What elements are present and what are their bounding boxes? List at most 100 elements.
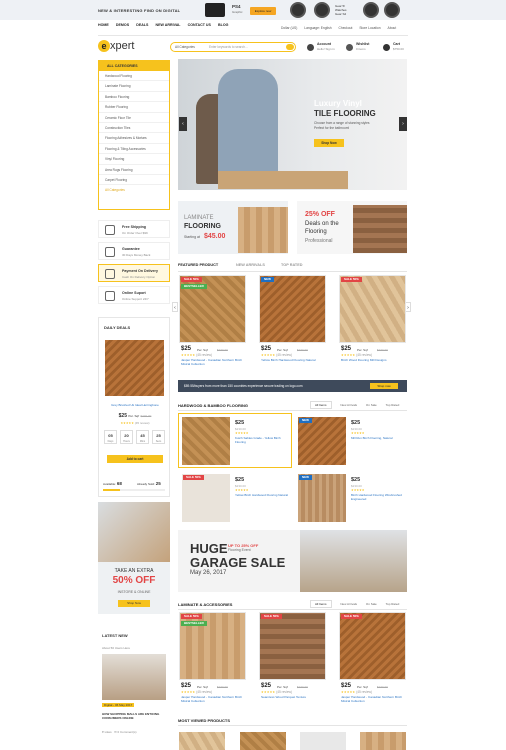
product-image[interactable] [182, 474, 230, 522]
currency-select[interactable]: Dollar (US) [281, 26, 297, 30]
tab-on-sale[interactable]: On Sale [366, 602, 377, 606]
product-name[interactable]: Yellow Birch Hardwood Flooring Natural [235, 493, 289, 497]
product-image[interactable] [339, 612, 406, 680]
rating-stars: ★★★★★ (45 review) [181, 690, 212, 694]
product-image[interactable] [360, 732, 406, 750]
flooring-deal-banner[interactable]: 25% OFF Deals on the Flooring Profession… [297, 201, 407, 254]
product-name[interactable]: Seamless Wood Parquet Texture [261, 695, 325, 699]
new-badge: NEW [261, 277, 274, 282]
garage-sale-banner[interactable]: HUGE UP TO 25% OFF Flooring Event GARAGE… [178, 530, 407, 592]
latest-news-image[interactable] [102, 654, 166, 700]
user-icon[interactable] [307, 44, 314, 51]
cart-icon[interactable] [383, 44, 390, 51]
product-name[interactable]: Yellow Birch Hardwood Flooring Natural [261, 358, 325, 362]
ps4-product-image [205, 3, 225, 17]
nav-contact[interactable]: CONTACT US [188, 23, 211, 27]
category-item[interactable]: Rubber Flooring [99, 102, 169, 113]
product-old-price: $230.00 [297, 685, 308, 689]
product-card[interactable]: $25 $230.00 ★★★★★ Kutch Sables Grade - Y… [178, 413, 292, 468]
cart-link[interactable]: Cart $750.00 [393, 42, 404, 52]
tab-on-sale[interactable]: On Sale [366, 403, 377, 407]
hero-subtitle: Choose from a range of stunning styles [314, 121, 370, 125]
category-item[interactable]: Ceramic Floor Tile [99, 113, 169, 123]
explore-now-button[interactable]: Explore now [250, 7, 276, 15]
product-card[interactable]: NEW $25 $230.00 ★★★★★ Birch Hardwood Flo… [294, 470, 408, 525]
promo-strip-button[interactable]: Shop now [370, 383, 398, 389]
product-image[interactable] [339, 275, 406, 343]
side-promo-banner[interactable]: TAKE AN EXTRA 50% OFF INSTORE & ONLINE S… [98, 502, 170, 614]
product-image[interactable] [300, 732, 346, 750]
tab-top-rated[interactable]: Top Rated [386, 602, 400, 606]
hero-shop-now-button[interactable]: Shop Now [314, 139, 344, 147]
product-name[interactable]: Mill Run Birch Flooring, Natural [351, 436, 405, 440]
store-location-link[interactable]: Store Location [359, 26, 380, 30]
countdown-mins: 45 Mins [136, 430, 149, 444]
all-categories-header[interactable]: ALL CATEGORIES [99, 61, 169, 71]
nav-new-arrival[interactable]: NEW ARRIVAL [156, 23, 181, 27]
product-card[interactable]: SALE 50% $25 $230.00 ★★★★★ Yellow Birch … [178, 470, 292, 525]
tab-top-rated[interactable]: Top Rated [386, 403, 400, 407]
product-name[interactable]: Birch Hardwood Flooring Wirebrushed Engi… [351, 493, 405, 501]
product-name[interactable]: Jasper Hardwood - Canadian Northern Birc… [341, 695, 405, 703]
product-name[interactable]: Jasper Hardwood - Canadian Northern Birc… [181, 358, 245, 366]
hero-prev-arrow[interactable]: ‹ [179, 117, 187, 131]
laminate-banner[interactable]: LAMINATE FLOORING Starting at $45.00 [178, 201, 288, 254]
wishlist-link[interactable]: Wishlist 0 items [356, 42, 369, 52]
product-name[interactable]: Jasper Hardwood - Canadian Northern Birc… [181, 695, 245, 703]
product-image[interactable] [182, 417, 230, 465]
product-card[interactable]: NEW $25 $230.00 ★★★★★ Mill Run Birch Flo… [294, 413, 408, 468]
product-image[interactable] [298, 474, 346, 522]
nav-deals[interactable]: DEALS [136, 23, 148, 27]
category-item[interactable]: Area Rugs Flooring [99, 165, 169, 175]
account-link[interactable]: Account Hello! Sign in [317, 42, 335, 52]
product-name[interactable]: Birch Wood Flooring Mill Designs [341, 358, 405, 362]
hero-slider[interactable]: Luxury Vinyl TILE FLOORING Choose from a… [178, 59, 407, 190]
heart-icon[interactable] [346, 44, 353, 51]
checkout-link[interactable]: Checkout [338, 26, 352, 30]
search-button[interactable] [286, 44, 294, 50]
nav-home[interactable]: HOME [98, 23, 109, 27]
search-category-select[interactable]: All Categories [175, 45, 195, 49]
tab-all-items[interactable]: All Items [310, 401, 332, 409]
deal-product-image[interactable] [105, 340, 164, 396]
category-item[interactable]: Vinyl Flooring [99, 154, 169, 165]
category-item[interactable]: Carpet Flooring [99, 175, 169, 186]
about-link[interactable]: About [388, 26, 397, 30]
top-promo-bar: NEW & INTERESTING FIND ON DIGITAL PS4 Gr… [0, 0, 506, 20]
garage-huge: HUGE [190, 541, 228, 556]
featured-prev-arrow[interactable]: ‹ [172, 302, 178, 312]
tab-top-rated[interactable]: TOP RATED [281, 263, 303, 267]
language-select[interactable]: Language: English [304, 26, 331, 30]
tab-new-arrivals[interactable]: NEW ARRIVALS [236, 263, 265, 267]
rating-stars: ★★★★★ (45 review) [120, 421, 150, 425]
tab-new-arrivals[interactable]: New Arrivals [340, 403, 357, 407]
category-item[interactable]: Bamboo Flooring [99, 92, 169, 103]
category-item[interactable]: Flooring & Tiling Accessories [99, 144, 169, 155]
latest-news-headline[interactable]: HOW SHOPPING MALLS ARE ENTICING CONSUMER… [102, 712, 168, 720]
product-name[interactable]: Kutch Sables Grade - Yellow Birch Floori… [235, 436, 289, 444]
category-item[interactable]: Hardwood Flooring [99, 71, 169, 82]
tab-all-items[interactable]: All Items [310, 600, 332, 608]
most-viewed-title: MOST VIEWED PRODUCTS [178, 718, 231, 723]
product-image[interactable] [179, 732, 225, 750]
side-promo-shop-button[interactable]: Shop Now [118, 600, 150, 607]
countdown-secs: 25 Secs [152, 430, 165, 444]
nav-demos[interactable]: DEMOS [116, 23, 129, 27]
product-image[interactable] [259, 275, 326, 343]
category-item[interactable]: Laminate Flooring [99, 81, 169, 92]
product-image[interactable] [240, 732, 286, 750]
tab-featured[interactable]: FEATURED PRODUCT [178, 263, 218, 267]
category-item[interactable]: Construction Tiles [99, 123, 169, 134]
search-input[interactable]: Enter keywords to search... [209, 45, 248, 49]
product-image[interactable] [298, 417, 346, 465]
hero-next-arrow[interactable]: › [399, 117, 407, 131]
nav-blog[interactable]: BLOG [218, 23, 228, 27]
category-item[interactable]: Flooring Adhesives & Mortars [99, 133, 169, 144]
product-image[interactable] [259, 612, 326, 680]
deal-product-name[interactable]: Grey Brushed Uk Ideal Herringbone [103, 403, 167, 407]
add-to-cart-button[interactable]: Add to cart [107, 455, 163, 463]
all-categories-link[interactable]: All Categories [99, 185, 169, 195]
top-links: Dollar (US) Language: English Checkout S… [275, 26, 396, 30]
tab-new-arrivals[interactable]: New Arrivals [340, 602, 357, 606]
site-logo[interactable]: e xpert [98, 40, 134, 52]
